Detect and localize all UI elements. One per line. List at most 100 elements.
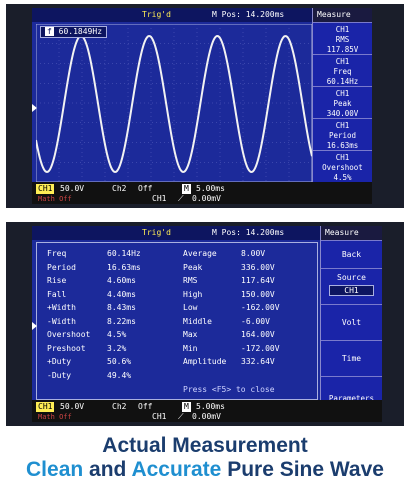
trigger-source: CH1 [152,412,167,421]
measurement-label: Rise [47,276,67,285]
caption-and: and [89,458,127,481]
m-pos-readout: M Pos: 14.200ms [212,10,285,19]
measure-item-line: CH1 [335,153,350,162]
measure-item-line: Freq [333,67,352,76]
measurement-value: -6.00V [241,316,270,326]
freq-readout-box: f 60.1849Hz [40,26,108,38]
caption-line-2: Clean and Accurate Pure Sine Wave [0,458,410,482]
measurement-label: Period [47,262,76,272]
timebase-value: 5.00ms [196,184,225,193]
measurement-label: Preshoot [47,343,86,353]
measurement-label: Peak [183,262,203,272]
measurement-label: -Duty [47,370,72,380]
measurement-label: Middle [183,316,212,326]
timebase-m-label: M [182,402,191,412]
measure-item[interactable]: CH1 Period 16.63ms [313,118,372,150]
f-icon: f [45,27,54,36]
measurement-value: 332.64V [241,357,275,366]
trigger-slope-icon: ⟋ [178,194,184,203]
ch1-label[interactable]: CH1 [36,402,55,412]
close-hint: Press <F5> to close [183,385,275,394]
ch2-state: Off [138,402,153,411]
measurement-label: +Duty [47,357,72,366]
measure-item[interactable]: CH1 RMS 117.85V [313,22,372,54]
trigger-level: 0.00mV [192,412,221,421]
m-pos-readout: M Pos: 14.200ms [212,228,285,237]
measurement-value: 4.40ms [107,289,136,299]
measurement-value: 60.14Hz [107,249,141,258]
trigger-source: CH1 [152,194,167,203]
bottom-measure-menu: Measure Back Source CH1 Volt Time Parame… [320,226,382,422]
measurement-value: -172.00V [241,343,280,353]
measurement-value: 336.00V [241,262,275,272]
menu-source-label: Source [337,273,366,282]
measure-item[interactable]: CH1 Overshoot 4.5% [313,150,372,182]
measurement-label: Amplitude [183,357,227,366]
measurement-label: Overshoot [47,330,91,339]
trigger-level-marker [32,104,37,112]
menu-volt[interactable]: Volt [321,304,382,340]
measurement-value: 117.64V [241,276,275,285]
measurement-value: 8.22ms [107,316,136,326]
menu-back[interactable]: Back [321,240,382,268]
trigger-level: 0.00mV [192,194,221,203]
measure-title: Measure [321,226,382,240]
menu-source[interactable]: Source CH1 [321,268,382,304]
trigger-slope-icon: ⟋ [178,412,184,421]
ch1-label[interactable]: CH1 [36,184,55,194]
measurement-value: 4.5% [107,330,127,339]
measurement-value: -162.00V [241,303,280,312]
measurement-value: 16.63ms [107,262,141,272]
timebase-value: 5.00ms [196,402,225,411]
ch2-state: Off [138,184,153,193]
measurement-value: 4.60ms [107,276,136,285]
measurement-value: 8.43ms [107,303,136,312]
caption-accurate: Accurate [131,458,222,481]
measure-item-line: Overshoot [322,163,363,172]
measure-item-line: CH1 [335,57,350,66]
trig-status: Trig'd [142,10,171,19]
top-bottom-bar: CH1 50.0V Ch2 Off M 5.00ms Math Off CH1 … [32,182,372,204]
measurement-label: Fall [47,289,67,299]
menu-source-value: CH1 [329,285,374,296]
trigger-level-marker [32,322,37,330]
trig-status: Trig'd [142,228,171,237]
ch2-label[interactable]: Ch2 [110,402,128,412]
math-status: Math Off [38,413,72,421]
measurement-value: 150.00V [241,289,275,299]
measurement-label: Min [183,343,198,353]
measurement-label: -Width [47,316,76,326]
measure-item[interactable]: CH1 Peak 340.00V [313,86,372,118]
ch1-scale: 50.0V [60,402,85,411]
timebase-m-label: M [182,184,191,194]
ch2-label[interactable]: Ch2 [110,184,128,194]
measurement-value: 8.00V [241,249,266,258]
measurement-label: +Width [47,303,76,312]
measurement-label: RMS [183,276,198,285]
caption-clean: Clean [26,458,84,481]
ch1-scale: 50.0V [60,184,85,193]
caption-line-1: Actual Measurement [102,434,308,457]
top-scope-panel: Trig'd M Pos: 14.200ms f 60.1849Hz Measu… [6,4,404,208]
top-waveform-area [36,24,312,182]
measurement-value: 3.2% [107,343,127,353]
measurement-table: Freq 60.14Hz Period 16.63ms Rise 4.60ms Fall 4.… [36,242,318,400]
bottom-scope-screen: Trig'd M Pos: 14.200ms Freq 60.14Hz Period… [32,226,382,422]
measurement-label: Max [183,330,198,339]
measure-item-line: CH1 [335,25,350,34]
measurement-value: 164.00V [241,330,275,339]
measurement-label: Low [183,303,198,312]
measure-item-line: CH1 [335,121,350,130]
measure-item-line: CH1 [335,89,350,98]
measurement-label: Average [183,249,217,258]
measurement-value: 49.4% [107,370,132,380]
measure-item-line: RMS [335,35,350,44]
measurement-label: Freq [47,249,67,258]
bottom-scope-panel: Trig'd M Pos: 14.200ms Freq 60.14Hz Period… [6,222,404,426]
measure-item-line: Peak [333,99,352,108]
caption-rest: Pure Sine Wave [227,458,384,481]
math-status: Math Off [38,195,72,203]
measure-item-line: Period [328,131,357,140]
measure-item[interactable]: CH1 Freq 60.14Hz [313,54,372,86]
menu-time[interactable]: Time [321,340,382,376]
